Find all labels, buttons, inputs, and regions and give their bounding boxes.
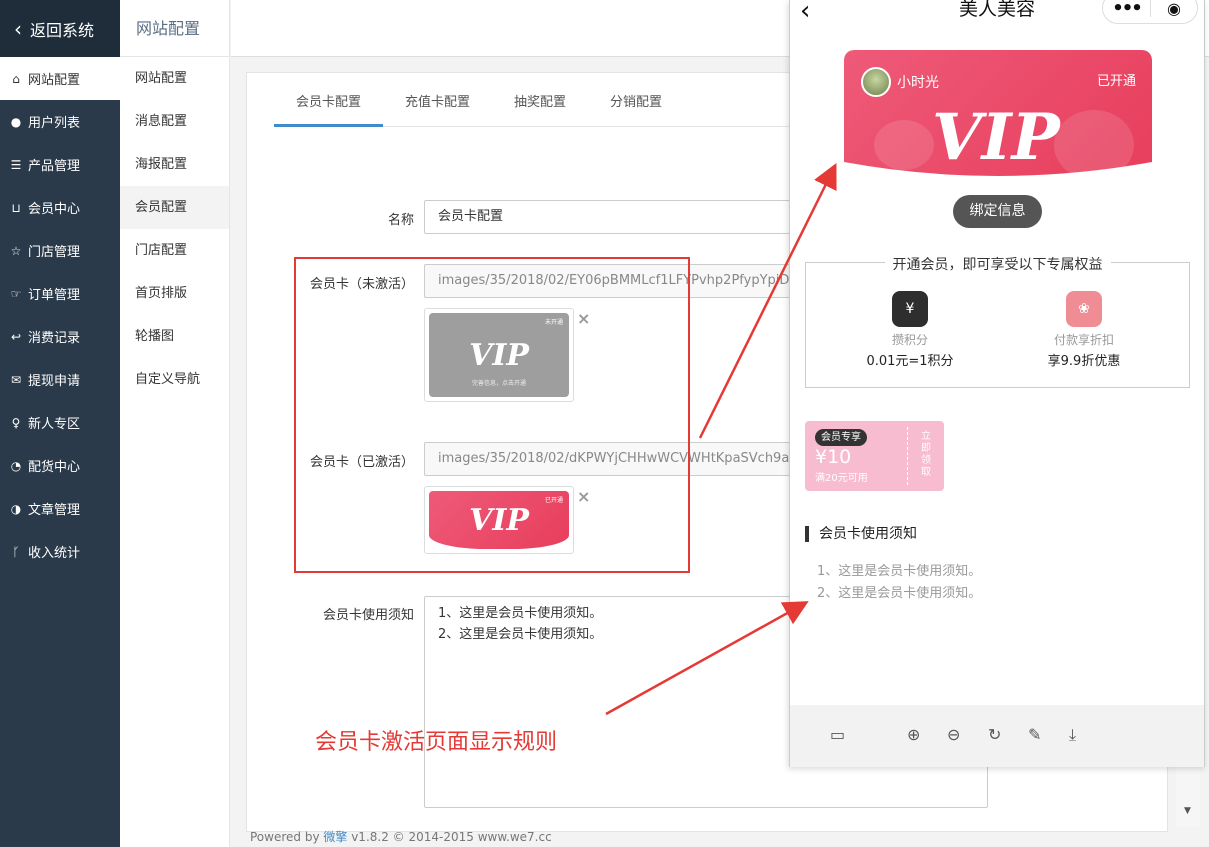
notice-label: 会员卡使用须知 [322, 608, 414, 623]
scroll-down-arrow-icon[interactable]: ▼ [1184, 806, 1191, 816]
nav-item-articles[interactable]: ◑ 文章管理 [0, 487, 120, 530]
phone-notice-heading: 会员卡使用须知 [805, 526, 917, 542]
edit-pencil-icon[interactable]: ✎ [1028, 725, 1041, 744]
nav-item-member-center[interactable]: ⊔ 会员中心 [0, 186, 120, 229]
coupon-amount: ¥10 [815, 446, 852, 468]
benefits-title: 开通会员，即可享受以下专属权益 [884, 257, 1111, 273]
more-dots-icon[interactable]: ••• [1103, 0, 1150, 19]
pie-icon: ◔ [10, 458, 22, 473]
wallet-icon: ¥ [892, 291, 928, 327]
nav-item-newcomer[interactable]: ♀ 新人专区 [0, 401, 120, 444]
sub-item-message-config[interactable]: 消息配置 [120, 100, 229, 143]
phone-header: ‹ 美人美容 ••• ◉ [790, 0, 1204, 28]
mini-program-capsule: ••• ◉ [1102, 0, 1198, 24]
vip-card: 小时光 已开通 VIP [844, 50, 1152, 180]
download-icon[interactable]: ⤓ [1069, 725, 1076, 745]
nav-item-withdraw[interactable]: ✉ 提现申请 [0, 358, 120, 401]
back-label: 返回系统 [30, 20, 95, 40]
sub-item-site-config[interactable]: 网站配置 [120, 57, 229, 100]
tab-member-card[interactable]: 会员卡配置 [274, 91, 384, 127]
thumb-icon: ☞ [10, 286, 22, 301]
left-nav: ‹ 返回系统 ⌂ 网站配置 ● 用户列表 ☰ 产品管理 ⊔ 会员中心 ☆ 门店管理 ☞ 订单… [0, 0, 120, 847]
annotation-text: 会员卡激活页面显示规则 [315, 730, 558, 755]
flower-decoration [874, 120, 934, 170]
sub-item-member-config[interactable]: 会员配置 [120, 186, 229, 229]
zoom-in-icon[interactable]: ⊕ [907, 725, 920, 744]
preview-toolbar: ▭ ⊕ ⊖ ↻ ✎ ⤓ [790, 705, 1204, 767]
footer-brand-link[interactable]: 微擎 [323, 830, 347, 844]
sub-item-poster-config[interactable]: 海报配置 [120, 143, 229, 186]
bind-info-button[interactable]: 绑定信息 [953, 195, 1042, 228]
footer: Powered by 微擎 v1.8.2 © 2014-2015 www.we7… [250, 830, 552, 844]
nav-item-orders[interactable]: ☞ 订单管理 [0, 272, 120, 315]
card-vip-text: VIP [932, 100, 1060, 175]
chat-icon: ✉ [10, 372, 22, 387]
sub-item-carousel[interactable]: 轮播图 [120, 315, 229, 358]
avatar [861, 67, 891, 97]
user-icon: ● [10, 114, 22, 129]
name-input[interactable]: 会员卡配置 [424, 200, 794, 234]
sub-nav: 网站配置 网站配置 消息配置 海报配置 会员配置 门店配置 首页排版 轮播图 自… [120, 0, 230, 847]
sub-item-home-layout[interactable]: 首页排版 [120, 272, 229, 315]
reply-icon: ↩ [10, 329, 22, 344]
branch-icon: ᚴ [12, 544, 20, 559]
sub-item-custom-nav[interactable]: 自定义导航 [120, 358, 229, 401]
nav-item-site-config[interactable]: ⌂ 网站配置 [0, 57, 120, 100]
nav-item-distribution[interactable]: ◔ 配货中心 [0, 444, 120, 487]
back-to-system-button[interactable]: ‹ 返回系统 [0, 0, 120, 57]
highlight-box [294, 257, 690, 573]
benefit-points: ¥ 攒积分 0.01元=1积分 [850, 291, 970, 369]
member-coupon[interactable]: 会员专享 ¥10 满20元可用 立即领取 [805, 421, 944, 491]
fit-screen-icon[interactable]: ▭ [830, 725, 845, 744]
card-user-name: 小时光 [897, 75, 939, 91]
coupon-separator [907, 427, 908, 485]
home-icon: ⌂ [12, 71, 20, 86]
cart-icon: ⊔ [11, 200, 21, 215]
coupon-tag: 会员专享 [815, 429, 867, 446]
nav-item-user-list[interactable]: ● 用户列表 [0, 100, 120, 143]
discount-icon: ❀ [1066, 291, 1102, 327]
coupon-condition: 满20元可用 [815, 473, 868, 484]
nav-item-consumption[interactable]: ↩ 消费记录 [0, 315, 120, 358]
tab-lottery[interactable]: 抽奖配置 [492, 91, 588, 127]
flower-decoration [1054, 110, 1134, 180]
chevron-left-icon: ‹ [14, 16, 22, 41]
pin-icon: ♀ [11, 415, 21, 430]
nav-item-income[interactable]: ᚴ 收入统计 [0, 530, 120, 573]
nav-item-products[interactable]: ☰ 产品管理 [0, 143, 120, 186]
benefits-box: 开通会员，即可享受以下专属权益 ¥ 攒积分 0.01元=1积分 ❀ 付款享折扣 … [805, 257, 1190, 388]
contrast-icon: ◑ [10, 501, 22, 516]
rotate-icon[interactable]: ↻ [988, 725, 1001, 744]
tab-distribution[interactable]: 分销配置 [588, 91, 684, 127]
phone-notice-line: 2、这里是会员卡使用须知。 [817, 586, 982, 601]
coupon-claim-button[interactable]: 立即领取 [918, 431, 934, 479]
close-target-icon[interactable]: ◉ [1151, 0, 1197, 18]
nav-item-stores[interactable]: ☆ 门店管理 [0, 229, 120, 272]
sub-nav-title: 网站配置 [120, 0, 229, 57]
star-icon: ☆ [10, 243, 22, 258]
phone-preview: ‹ 美人美容 ••• ◉ 小时光 已开通 VIP 绑定信息 开通会员，即可享受以… [789, 0, 1205, 767]
card-status: 已开通 [1096, 74, 1136, 89]
benefit-discount: ❀ 付款享折扣 享9.9折优惠 [1024, 291, 1144, 369]
list-icon: ☰ [10, 157, 22, 172]
tab-recharge-card[interactable]: 充值卡配置 [383, 91, 492, 127]
sub-item-store-config[interactable]: 门店配置 [120, 229, 229, 272]
zoom-out-icon[interactable]: ⊖ [947, 725, 960, 744]
name-label: 名称 [387, 213, 414, 228]
phone-notice-line: 1、这里是会员卡使用须知。 [817, 564, 982, 579]
